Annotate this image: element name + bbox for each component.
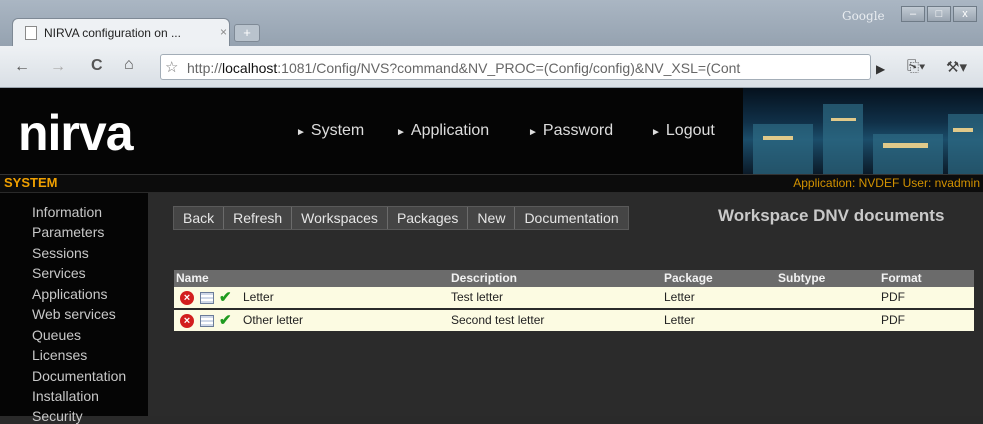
col-package[interactable]: Package [664,270,713,287]
maximize-button[interactable]: □ [927,6,951,22]
section-title: SYSTEM [4,175,58,190]
row-package: Letter [664,313,695,327]
header-photo [743,88,983,174]
nav-arrow-icon: ► [651,127,661,138]
tab-title: NIRVA configuration on ... [44,26,181,40]
workspaces-button[interactable]: Workspaces [292,207,388,229]
col-subtype[interactable]: Subtype [778,270,825,287]
sidebar-item-web-services[interactable]: Web services [32,306,116,322]
sidebar-item-services[interactable]: Services [32,265,86,281]
nav-arrow-icon: ► [296,127,306,138]
row-name[interactable]: Letter [243,287,274,308]
go-arrow-icon[interactable]: ▶ [876,62,885,76]
url-text[interactable]: http://localhost:1081/Config/NVS?command… [187,60,859,76]
checkmark-icon[interactable]: ✔ [219,288,232,306]
nirva-logo: nirva [18,105,134,161]
sidebar-item-applications[interactable]: Applications [32,286,108,302]
table-header [174,270,974,287]
page-menu-icon[interactable]: ⎘▾ [907,58,925,75]
nav-system[interactable]: ► System [296,122,364,140]
session-info: Application: NVDEF User: nvadmin [793,176,980,190]
close-window-button[interactable]: x [953,6,977,22]
sidebar-item-queues[interactable]: Queues [32,327,81,343]
col-description[interactable]: Description [451,270,517,287]
back-arrow-icon[interactable]: ← [14,58,30,76]
minimize-button[interactable]: – [901,6,925,22]
nav-logout[interactable]: ► Logout [651,122,715,140]
col-name[interactable]: Name [176,270,209,287]
action-bar: Back Refresh Workspaces Packages New Doc… [173,206,629,230]
nav-arrow-icon: ► [396,127,406,138]
packages-button[interactable]: Packages [388,207,469,229]
refresh-button[interactable]: Refresh [224,207,293,229]
new-tab-button[interactable]: + [234,24,260,42]
sidebar-item-installation[interactable]: Installation [32,388,99,404]
sidebar-item-information[interactable]: Information [32,204,102,220]
document-icon [25,26,37,40]
row-name[interactable]: Other letter [243,310,303,331]
forward-arrow-icon[interactable]: → [50,58,66,76]
nav-arrow-icon: ► [528,127,538,138]
row-format: PDF [881,290,905,304]
edit-icon[interactable] [200,292,214,304]
back-button[interactable]: Back [174,207,225,229]
bookmark-star-icon[interactable]: ☆ [165,58,178,76]
row-description: Test letter [451,290,504,304]
wrench-menu-icon[interactable]: ⚒▾ [946,58,967,76]
sidebar-item-security[interactable]: Security [32,408,83,424]
page-title: Workspace DNV documents [718,206,945,225]
profile-label: Google [842,9,885,23]
reload-icon[interactable]: C [91,57,103,75]
table-row[interactable] [174,287,974,308]
sidebar-item-sessions[interactable]: Sessions [32,245,89,261]
col-format[interactable]: Format [881,270,922,287]
new-button[interactable]: New [468,207,516,229]
sidebar-item-documentation[interactable]: Documentation [32,368,126,384]
nav-application[interactable]: ► Application [396,122,489,140]
tab-close-icon[interactable]: × [220,25,227,39]
sidebar-item-parameters[interactable]: Parameters [32,224,104,240]
nav-password[interactable]: ► Password [528,122,613,140]
home-icon[interactable]: ⌂ [124,56,134,74]
checkmark-icon[interactable]: ✔ [219,311,232,329]
delete-icon[interactable]: × [180,291,194,305]
row-format: PDF [881,313,905,327]
delete-icon[interactable]: × [180,314,194,328]
sidebar-item-licenses[interactable]: Licenses [32,347,87,363]
edit-icon[interactable] [200,315,214,327]
documentation-button[interactable]: Documentation [515,207,627,229]
row-description: Second test letter [451,313,545,327]
row-package: Letter [664,290,695,304]
browser-tab[interactable]: NIRVA configuration on ... × [12,18,230,46]
